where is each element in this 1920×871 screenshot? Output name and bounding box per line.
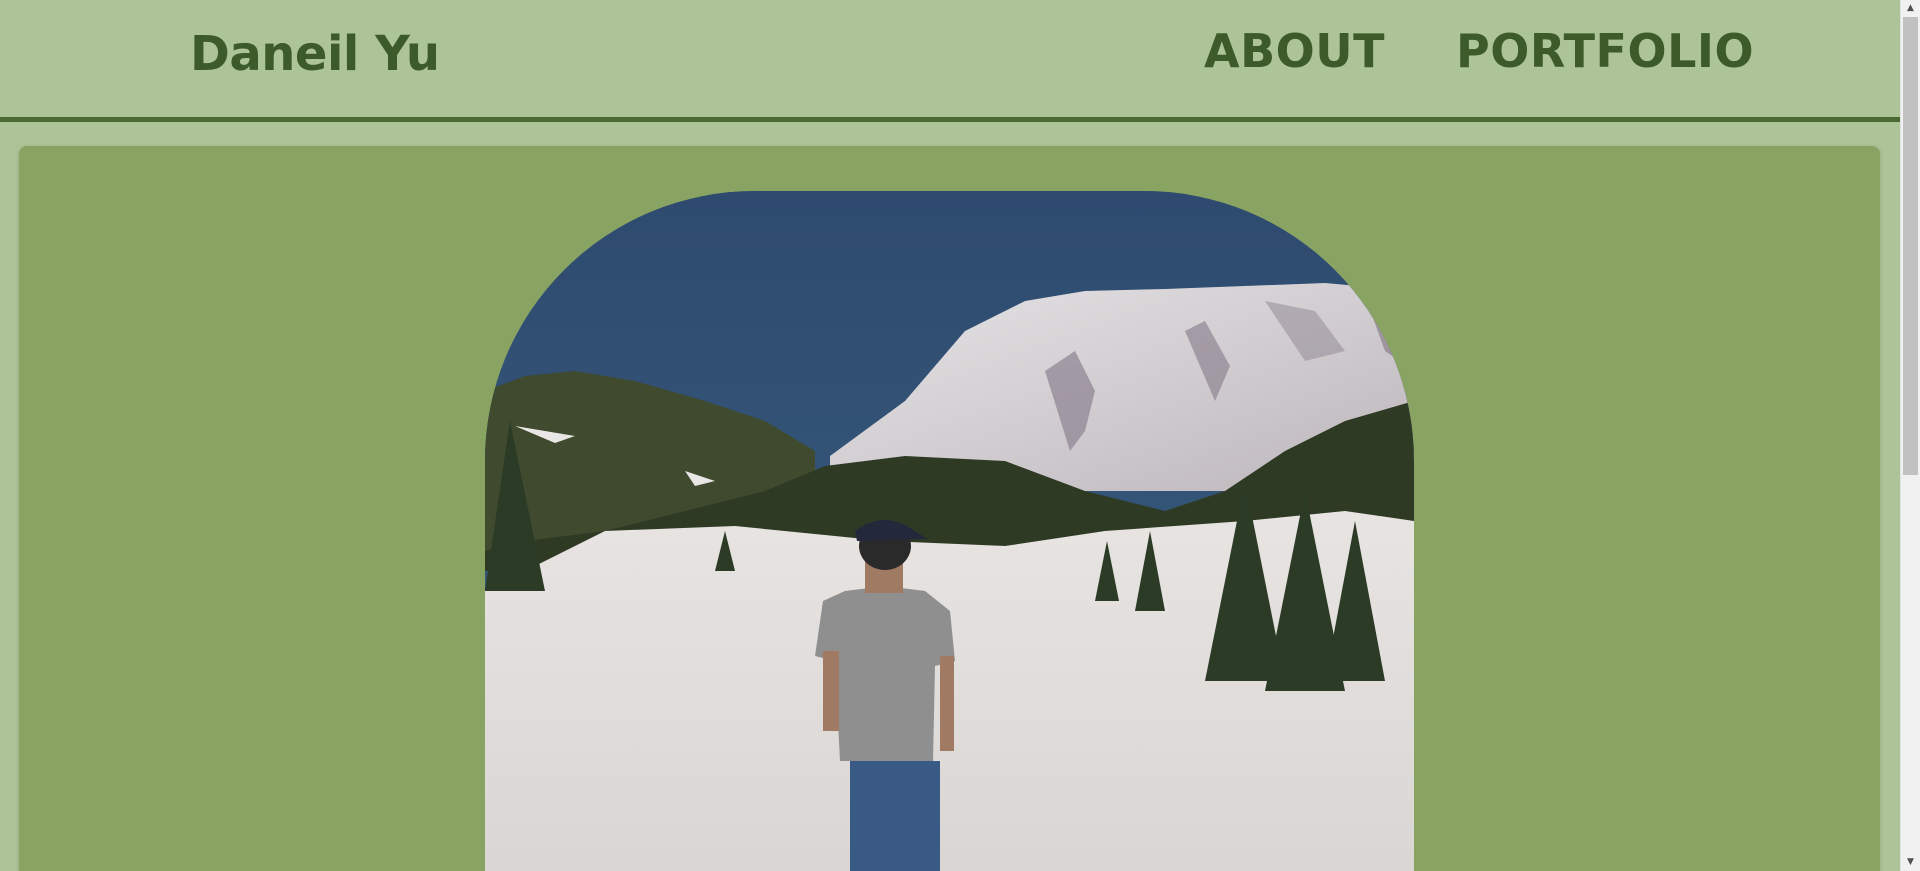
scroll-down-arrow-icon[interactable]: ▼ — [1901, 854, 1920, 871]
scrollbar-thumb[interactable] — [1903, 17, 1918, 475]
brand-logo-link[interactable]: Daneil Yu — [190, 26, 440, 82]
scroll-up-arrow-icon[interactable]: ▲ — [1901, 0, 1920, 17]
hero-photo — [485, 191, 1414, 871]
nav-about-link[interactable]: ABOUT — [1204, 24, 1385, 78]
site-header: Daneil Yu ABOUT PORTFOLIO — [0, 0, 1900, 122]
nav-portfolio-link[interactable]: PORTFOLIO — [1456, 24, 1754, 78]
page-viewport: Daneil Yu ABOUT PORTFOLIO — [0, 0, 1900, 871]
vertical-scrollbar[interactable]: ▲ ▼ — [1900, 0, 1920, 871]
